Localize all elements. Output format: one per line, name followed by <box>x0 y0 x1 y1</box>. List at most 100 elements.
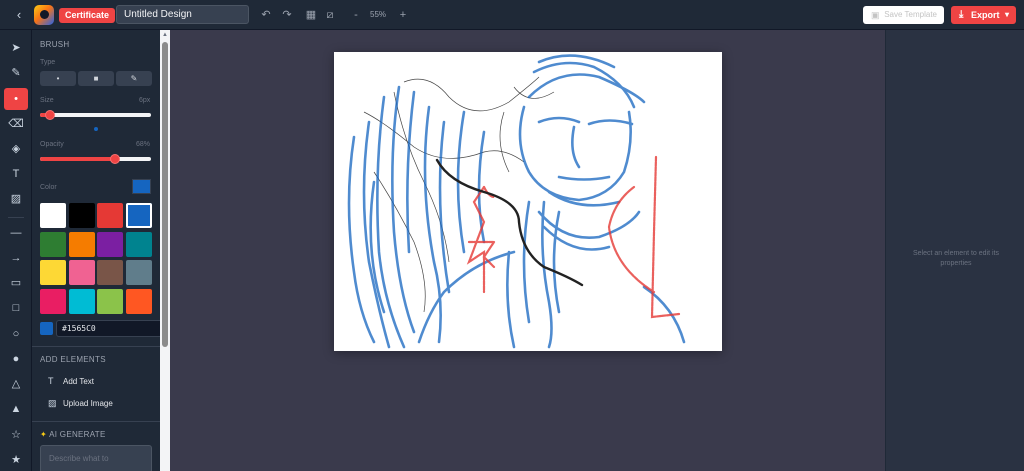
triangle-filled-tool-icon[interactable]: ▲ <box>4 398 28 420</box>
select-tool-icon[interactable]: ➤ <box>4 37 28 59</box>
ruler-icon[interactable]: ⧄ <box>323 7 337 23</box>
opacity-value: 68% <box>136 141 151 148</box>
sparkle-icon: ✦ <box>40 430 48 439</box>
red-stroke <box>466 185 486 294</box>
dot-tool-icon[interactable]: ● <box>4 348 28 370</box>
brush-size-slider[interactable] <box>40 110 151 120</box>
brush-size-knob[interactable] <box>45 110 55 120</box>
swatch-blue-grey[interactable] <box>126 260 152 285</box>
opacity-label: Opacity <box>40 141 64 148</box>
undo-icon[interactable]: ↶ <box>259 7 273 23</box>
zoom-in-button[interactable]: + <box>396 7 410 23</box>
ai-prompt-input[interactable]: Describe what to <box>40 445 152 471</box>
upload-image-label: Upload Image <box>63 399 113 408</box>
template-type-badge: Certificate <box>59 8 116 23</box>
swatch-black[interactable] <box>69 203 95 228</box>
hex-color-chip <box>40 322 53 335</box>
swatch-green[interactable] <box>40 232 66 257</box>
circle-tool-icon[interactable]: ○ <box>4 323 28 345</box>
panel-divider-2 <box>32 421 160 422</box>
image-icon: ▨ <box>48 398 57 408</box>
grid-icon[interactable]: ▦ <box>304 7 318 23</box>
text-icon: T <box>48 376 54 386</box>
blue-stroke <box>423 105 442 344</box>
blue-strokes <box>347 54 686 349</box>
swatch-cyan[interactable] <box>69 289 95 314</box>
swatch-purple[interactable] <box>97 232 123 257</box>
properties-panel: Select an element to edit its properties <box>885 30 1024 471</box>
blue-stroke <box>506 250 516 349</box>
line-tool-icon[interactable]: — <box>4 222 28 244</box>
swatch-magenta[interactable] <box>40 289 66 314</box>
zoom-out-button[interactable]: - <box>349 7 363 23</box>
swatch-teal[interactable] <box>126 232 152 257</box>
fill-tool-icon[interactable]: ◈ <box>4 138 28 160</box>
brush-size-preview <box>94 127 98 131</box>
eraser-tool-icon[interactable]: ⌫ <box>4 113 28 135</box>
top-bar: ‹ Certificate Untitled Design ↶ ↷ ▦ ⧄ - … <box>0 0 1024 30</box>
scroll-up-icon[interactable]: ▲ <box>162 32 168 38</box>
ai-generate-title: ✦ AI GENERATE <box>40 430 106 439</box>
redo-icon[interactable]: ↷ <box>280 7 294 23</box>
blue-stroke <box>376 95 406 349</box>
triangle-outline-tool-icon[interactable]: △ <box>4 373 28 395</box>
swatch-deep-orange[interactable] <box>126 289 152 314</box>
download-icon: ⤓ <box>959 9 964 20</box>
drawing-surface[interactable] <box>334 52 722 351</box>
brush-tool-icon[interactable]: • <box>4 88 28 110</box>
add-elements-title: ADD ELEMENTS <box>40 355 106 364</box>
swatch-red[interactable] <box>97 203 123 228</box>
opacity-slider[interactable] <box>40 154 151 164</box>
upload-image-button[interactable]: ▨ Upload Image <box>48 397 113 410</box>
back-chevron-icon[interactable]: ‹ <box>12 7 26 23</box>
pen-tool-icon[interactable]: ✎ <box>4 62 28 84</box>
rectangle-tool-icon[interactable]: ▭ <box>4 272 28 294</box>
blue-stroke <box>527 73 646 104</box>
tool-strip: ➤ ✎ • ⌫ ◈ T ▨ — → ▭ □ ○ ● △ ▲ ☆ ★ <box>0 30 32 471</box>
swatch-light-green[interactable] <box>97 289 123 314</box>
swatch-blue[interactable] <box>126 203 152 228</box>
swatch-yellow[interactable] <box>40 260 66 285</box>
sketch-line <box>373 171 426 313</box>
add-text-label: Add Text <box>63 377 94 386</box>
brush-size-value: 6px <box>139 97 151 104</box>
brush-type-label: Type <box>40 59 56 66</box>
opacity-knob[interactable] <box>110 154 120 164</box>
scrollbar-thumb[interactable] <box>162 42 168 347</box>
hex-color-input[interactable]: #1565C0 <box>56 320 160 337</box>
blue-stroke <box>362 120 391 349</box>
panel-scrollbar[interactable]: ▲ <box>160 30 170 471</box>
square-tool-icon[interactable]: □ <box>4 297 28 319</box>
design-canvas[interactable] <box>334 52 722 351</box>
swatch-white[interactable] <box>40 203 66 228</box>
blue-stroke <box>406 90 416 254</box>
star-filled-tool-icon[interactable]: ★ <box>4 449 28 471</box>
swatch-orange[interactable] <box>69 232 95 257</box>
red-stroke <box>650 155 681 319</box>
chevron-down-icon: ▾ <box>1004 10 1009 19</box>
image-tool-icon[interactable]: ▨ <box>4 188 28 210</box>
export-button[interactable]: ⤓ Export ▾ <box>951 6 1016 24</box>
arrow-tool-icon[interactable]: → <box>4 247 28 269</box>
sketch-line <box>403 76 540 112</box>
brush-type-round[interactable]: • <box>40 71 76 86</box>
star-outline-tool-icon[interactable]: ☆ <box>4 424 28 446</box>
app-logo <box>34 5 54 25</box>
blue-stroke <box>438 120 451 294</box>
sketch-line <box>499 111 510 173</box>
current-color-swatch[interactable] <box>132 179 151 194</box>
export-label: Export <box>971 10 1000 20</box>
properties-hint: Select an element to edit its properties <box>913 250 999 267</box>
brush-type-square[interactable]: ■ <box>78 71 114 86</box>
blue-stroke <box>557 175 611 181</box>
text-tool-icon[interactable]: T <box>4 163 28 185</box>
add-text-button[interactable]: T Add Text <box>48 375 94 388</box>
design-title-input[interactable]: Untitled Design <box>116 5 249 24</box>
save-template-button[interactable]: ▣ Save Template <box>863 6 944 24</box>
swatch-brown[interactable] <box>97 260 123 285</box>
color-label: Color <box>40 184 57 191</box>
brush-type-marker[interactable]: ✎ <box>116 71 152 86</box>
swatch-pink[interactable] <box>69 260 95 285</box>
blue-stroke <box>537 210 641 239</box>
blue-stroke <box>522 200 531 324</box>
